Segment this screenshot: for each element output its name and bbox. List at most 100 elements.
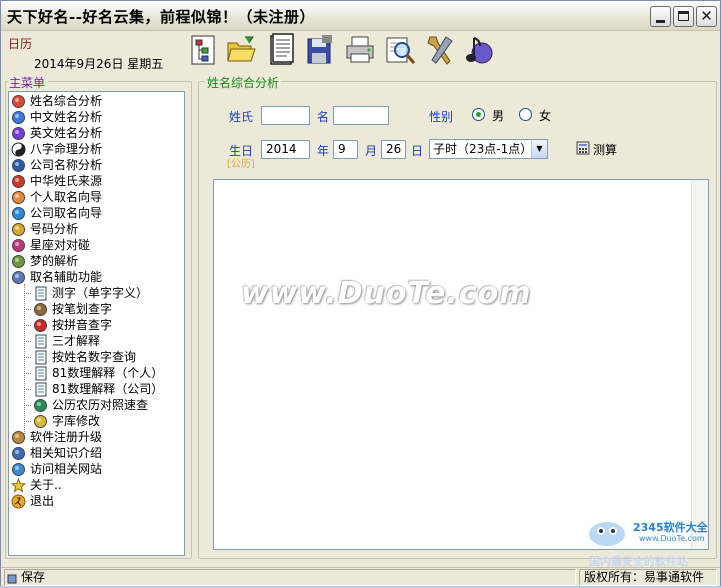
search-magnifier-icon	[386, 37, 416, 64]
calculate-label: 测算	[593, 143, 618, 157]
sidebar-item-label: 星座对对碰	[30, 238, 91, 252]
open-folder-icon	[227, 36, 256, 62]
status-text: 保存	[21, 570, 46, 584]
year-unit: 年	[317, 144, 330, 158]
gender-female-radio[interactable]	[519, 108, 532, 121]
music-note-icon	[466, 37, 493, 64]
dream-icon	[11, 254, 26, 269]
calculator-icon	[576, 141, 590, 155]
sidebar-item-label: 三才解释	[52, 334, 101, 348]
status-panel-right: 版权所有：易事通软件	[579, 569, 717, 586]
tree-connector	[24, 405, 31, 406]
sidebar-item-label: 中文姓名分析	[30, 110, 103, 124]
analysis-output[interactable]	[213, 179, 709, 550]
tree-connector	[24, 373, 31, 374]
page-icon	[33, 382, 48, 397]
globe-icon	[11, 206, 26, 221]
sidebar-item-label: 公历农历对照速查	[52, 398, 149, 412]
birth-month-input[interactable]: 9	[333, 140, 358, 159]
tree-branch-line	[24, 284, 25, 434]
calendar-date: 2014年9月26日 星期五	[34, 57, 164, 71]
surname-input[interactable]	[261, 106, 310, 125]
logo-brand: 2345软件大全	[633, 521, 708, 534]
gender-female-label: 女	[539, 109, 552, 123]
book-icon	[11, 446, 26, 461]
document-icon	[270, 33, 294, 65]
chevron-down-icon[interactable]: ▼	[531, 140, 547, 158]
sidebar-item-label: 测字（单字字义）	[52, 286, 149, 300]
page-icon	[33, 366, 48, 381]
pencil-icon	[33, 414, 48, 429]
birth-year-input[interactable]: 2014	[261, 140, 310, 159]
gender-male-radio[interactable]	[472, 108, 485, 121]
sidebar-item-label: 按拼音查字	[52, 318, 113, 332]
title-bar[interactable]: 天下好名--好名云集，前程似锦！（未注册） ✕	[1, 1, 720, 31]
tree-connector	[24, 341, 31, 342]
tree-structure-button[interactable]	[187, 33, 219, 67]
save-disk-icon	[307, 35, 332, 64]
tools-button[interactable]	[424, 33, 456, 67]
maximize-button[interactable]	[673, 6, 694, 27]
sidebar-item-label: 英文姓名分析	[30, 126, 103, 140]
sidebar-item-label: 字库修改	[52, 414, 101, 428]
exit-icon	[11, 494, 26, 509]
calendar-icon	[33, 398, 48, 413]
gender-male-label: 男	[492, 109, 505, 123]
naming-tools-icon	[11, 270, 26, 285]
zodiac-icon	[11, 238, 26, 253]
printer-icon	[346, 36, 374, 63]
star-icon	[11, 478, 26, 493]
page-icon	[33, 334, 48, 349]
maximize-icon	[678, 11, 689, 21]
month-unit: 月	[365, 144, 378, 158]
website-icon	[11, 462, 26, 477]
sidebar-item-label: 软件注册升级	[30, 430, 103, 444]
open-folder-button[interactable]	[225, 33, 257, 67]
status-bar: 保存 版权所有：易事通软件	[1, 567, 720, 586]
surname-origin-icon	[11, 174, 26, 189]
status-panel-left: 保存	[4, 569, 576, 586]
print-button[interactable]	[344, 33, 376, 67]
output-scrollbar[interactable]	[691, 180, 708, 549]
sidebar-item-label: 姓名综合分析	[30, 94, 103, 108]
music-button[interactable]	[462, 33, 494, 67]
main-menu-legend: 主菜单	[9, 74, 49, 91]
minimize-icon	[656, 20, 665, 23]
watermark-text: www.DuoTe.com	[241, 276, 532, 311]
sidebar-item-label: 公司取名向导	[30, 206, 103, 220]
tree-connector	[24, 357, 31, 358]
sidebar-item-label: 号码分析	[30, 222, 79, 236]
day-unit: 日	[411, 144, 424, 158]
close-button[interactable]: ✕	[696, 6, 717, 27]
pinyin-icon	[33, 318, 48, 333]
main-menu-tree: 姓名综合分析 中文姓名分析 英文姓名分析 八字命理分析 公司名称分析 中华姓氏来源 个人取名…	[8, 91, 185, 556]
personal-naming-icon	[11, 190, 26, 205]
company-name-icon	[11, 158, 26, 173]
sidebar-item-label: 公司名称分析	[30, 158, 103, 172]
status-icon	[7, 573, 17, 584]
tree-connector	[24, 421, 31, 422]
search-button[interactable]	[384, 33, 416, 67]
tree-connector	[24, 309, 31, 310]
copyright-text: 版权所有：易事通软件	[584, 570, 705, 584]
sidebar-item-label: 相关知识介绍	[30, 446, 103, 460]
minimize-button[interactable]	[650, 6, 671, 27]
analysis-legend: 姓名综合分析	[205, 74, 282, 91]
brush-icon	[33, 302, 48, 317]
document-button[interactable]	[265, 33, 297, 67]
birth-hour-value: 子时（23点-1点）	[433, 142, 533, 156]
tools-icon	[427, 36, 453, 65]
page-icon	[33, 286, 48, 301]
birth-hour-select[interactable]: 子时（23点-1点） ▼	[429, 139, 548, 159]
chinese-name-icon	[11, 110, 26, 125]
save-button[interactable]	[304, 33, 336, 67]
tree-structure-icon	[191, 35, 215, 65]
sidebar-item-label: 个人取名向导	[30, 190, 103, 204]
given-name-input[interactable]	[333, 106, 389, 125]
english-name-icon	[11, 126, 26, 141]
calendar-label: 日历	[8, 37, 33, 51]
sidebar-item-label: 81数理解释（个人）	[52, 366, 164, 380]
logo-url: www.DuoTe.com	[639, 534, 705, 543]
register-icon	[11, 430, 26, 445]
birth-day-input[interactable]: 26	[381, 140, 406, 159]
